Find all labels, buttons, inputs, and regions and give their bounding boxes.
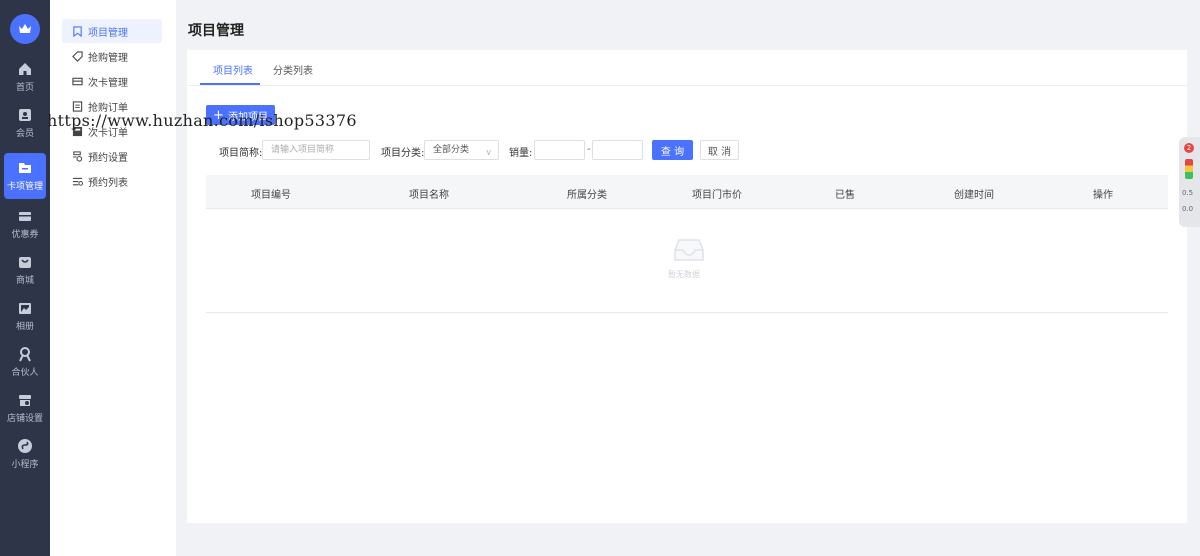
sales-min-input[interactable] [534,140,585,160]
app-logo[interactable] [10,14,40,44]
nav-item-miniprogram[interactable]: 小程序 [0,431,50,477]
category-filter-label: 项目分类: [381,148,425,159]
submenu-label: 项目管理 [88,27,128,39]
nav-item-home[interactable]: 首页 [0,54,50,100]
home-icon [19,63,31,75]
submenu-item-timecard[interactable]: 次卡管理 [62,69,162,93]
column-header: 操作 [1093,190,1113,201]
card-outline-icon [72,77,83,85]
album-icon [19,303,31,314]
traffic-light-icon [1185,159,1193,179]
watermark-text: https://www.huzhan.com/ishop53376 [47,111,357,130]
sub-menu: 项目管理 抢购管理 次卡管理 抢购订单 次卡订单 预约设置 预约列表 [50,0,176,556]
table-bottom-border [206,312,1168,313]
mall-icon [19,257,31,268]
sales-filter-label: 销量: [509,148,533,159]
range-separator: - [587,144,591,155]
sales-max-input[interactable] [592,140,643,160]
query-button[interactable]: 查 询 [652,140,693,160]
nav-item-partner[interactable]: 合伙人 [0,339,50,385]
nav-label: 商城 [15,276,34,286]
column-header: 项目名称 [409,190,449,201]
empty-inbox-icon [674,239,704,261]
store-settings-icon [19,395,31,406]
miniprogram-icon [18,439,32,453]
submenu-item-appointment-list[interactable]: 预约列表 [62,169,162,193]
nav-label: 首页 [15,83,34,93]
appointment-settings-icon [72,150,83,162]
name-filter-input[interactable]: 请输入项目简称 [262,140,370,160]
tab-bar: 项目列表 分类列表 [187,50,1187,86]
partner-icon [19,347,31,362]
appointment-list-icon [72,177,83,186]
active-tab-indicator [200,83,260,85]
tab-category-list[interactable]: 分类列表 [273,62,313,77]
nav-label: 店铺设置 [6,414,43,424]
column-header: 项目门市价 [692,190,742,201]
submenu-item-appointment-settings[interactable]: 预约设置 [62,144,162,168]
submenu-label: 预约列表 [88,177,128,189]
category-select-value: 全部分类 [433,145,470,155]
coupon-icon [19,212,31,221]
category-select[interactable]: 全部分类 ∨ [424,140,499,160]
nav-label: 卡项管理 [6,182,43,192]
bookmark-icon [73,25,82,37]
order-icon [72,100,83,112]
card-icon [19,163,31,173]
submenu-label: 抢购管理 [88,52,128,64]
tag-icon [72,50,83,62]
nav-item-store-settings[interactable]: 店铺设置 [0,385,50,431]
nav-item-member[interactable]: 会员 [0,100,50,146]
cancel-button[interactable]: 取 消 [700,140,739,160]
nav-label: 会员 [15,129,34,139]
nav-item-coupon[interactable]: 优惠券 [0,201,50,247]
name-filter-label: 项目简称: [219,148,263,159]
crown-icon [19,24,31,33]
main-nav: 首页 会员 卡项管理 优惠券 商城 相册 合伙人 店铺设置 小程序 [0,0,50,556]
nav-item-mall[interactable]: 商城 [0,247,50,293]
empty-text: 暂无数据 [668,270,700,279]
nav-label: 相册 [15,322,34,332]
submenu-label: 次卡管理 [88,77,128,89]
nav-label: 合伙人 [11,368,39,378]
page-title: 项目管理 [188,23,244,39]
tab-project-list[interactable]: 项目列表 [213,62,253,77]
chevron-down-icon: ∨ [485,148,492,158]
nav-label: 优惠券 [11,230,39,240]
nav-label: 小程序 [11,460,39,470]
widget-value: 0.5 [1182,189,1194,197]
column-header: 所属分类 [567,190,607,201]
nav-item-album[interactable]: 相册 [0,293,50,339]
column-header: 项目编号 [251,190,291,201]
table-header: 项目编号 项目名称 所属分类 项目门市价 已售 创建时间 操作 [206,175,1168,209]
member-icon [19,109,31,121]
notification-badge: 2 [1184,143,1194,153]
column-header: 已售 [835,190,855,201]
submenu-item-flashsale[interactable]: 抢购管理 [62,44,162,68]
nav-item-card[interactable]: 卡项管理 [4,153,46,199]
submenu-item-project[interactable]: 项目管理 [62,19,162,43]
widget-value: 0.0 [1182,205,1194,213]
column-header: 创建时间 [954,190,994,201]
submenu-label: 预约设置 [88,152,128,164]
empty-state: 暂无数据 [668,236,709,280]
floating-monitor-widget[interactable]: 2 0.5 0.0 [1179,137,1200,227]
